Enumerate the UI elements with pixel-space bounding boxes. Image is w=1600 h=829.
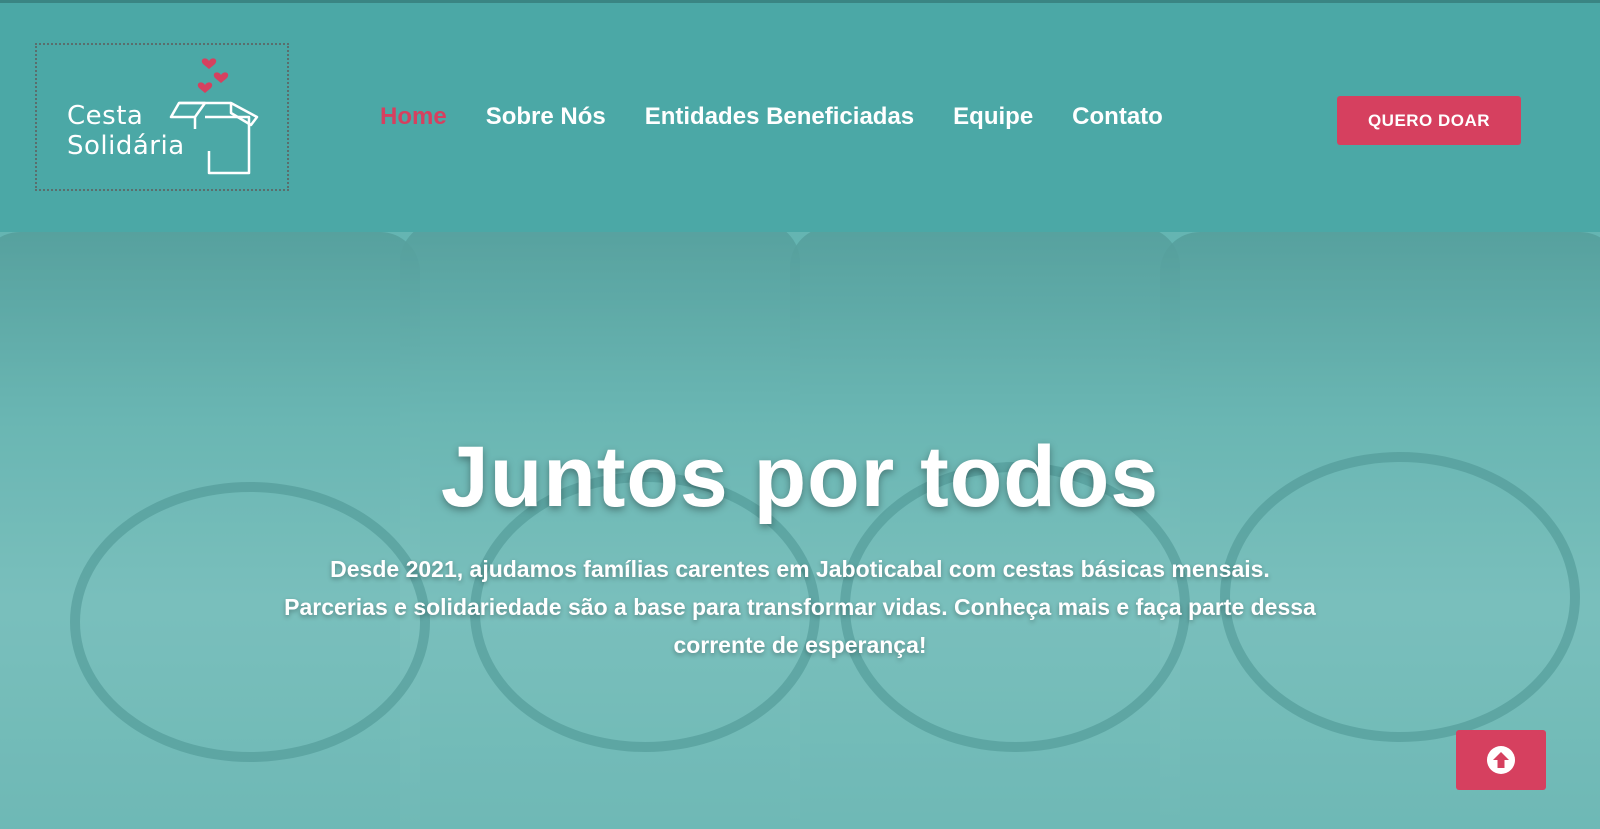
logo[interactable]: Cesta Solidária — [35, 43, 289, 191]
nav-item-entidades-beneficiadas[interactable]: Entidades Beneficiadas — [645, 103, 914, 131]
hero-description: Desde 2021, ajudamos famílias carentes e… — [200, 550, 1400, 664]
hero-text-line: Parcerias e solidariedade são a base par… — [284, 594, 1316, 620]
donate-button[interactable]: QUERO DOAR — [1337, 96, 1521, 145]
nav-item-contato[interactable]: Contato — [1072, 103, 1163, 131]
hero-title: Juntos por todos — [440, 429, 1160, 525]
hero-text-line: Desde 2021, ajudamos famílias carentes e… — [330, 556, 1270, 582]
hero-section: Juntos por todos Desde 2021, ajudamos fa… — [0, 232, 1600, 829]
site-header: Cesta Solidária Home Sobre Nós Entidades… — [0, 0, 1600, 232]
hero-text-line: corrente de esperança! — [673, 632, 927, 658]
nav-item-home[interactable]: Home — [380, 103, 447, 131]
nav-item-equipe[interactable]: Equipe — [953, 103, 1033, 131]
nav-item-sobre-nos[interactable]: Sobre Nós — [486, 103, 606, 131]
scroll-to-top-button[interactable] — [1456, 730, 1546, 790]
arrow-up-circle-icon — [1487, 746, 1515, 774]
main-nav: Home Sobre Nós Entidades Beneficiadas Eq… — [380, 103, 1202, 131]
gift-box-hearts-icon — [169, 58, 259, 175]
hero-overlay — [0, 232, 1600, 829]
